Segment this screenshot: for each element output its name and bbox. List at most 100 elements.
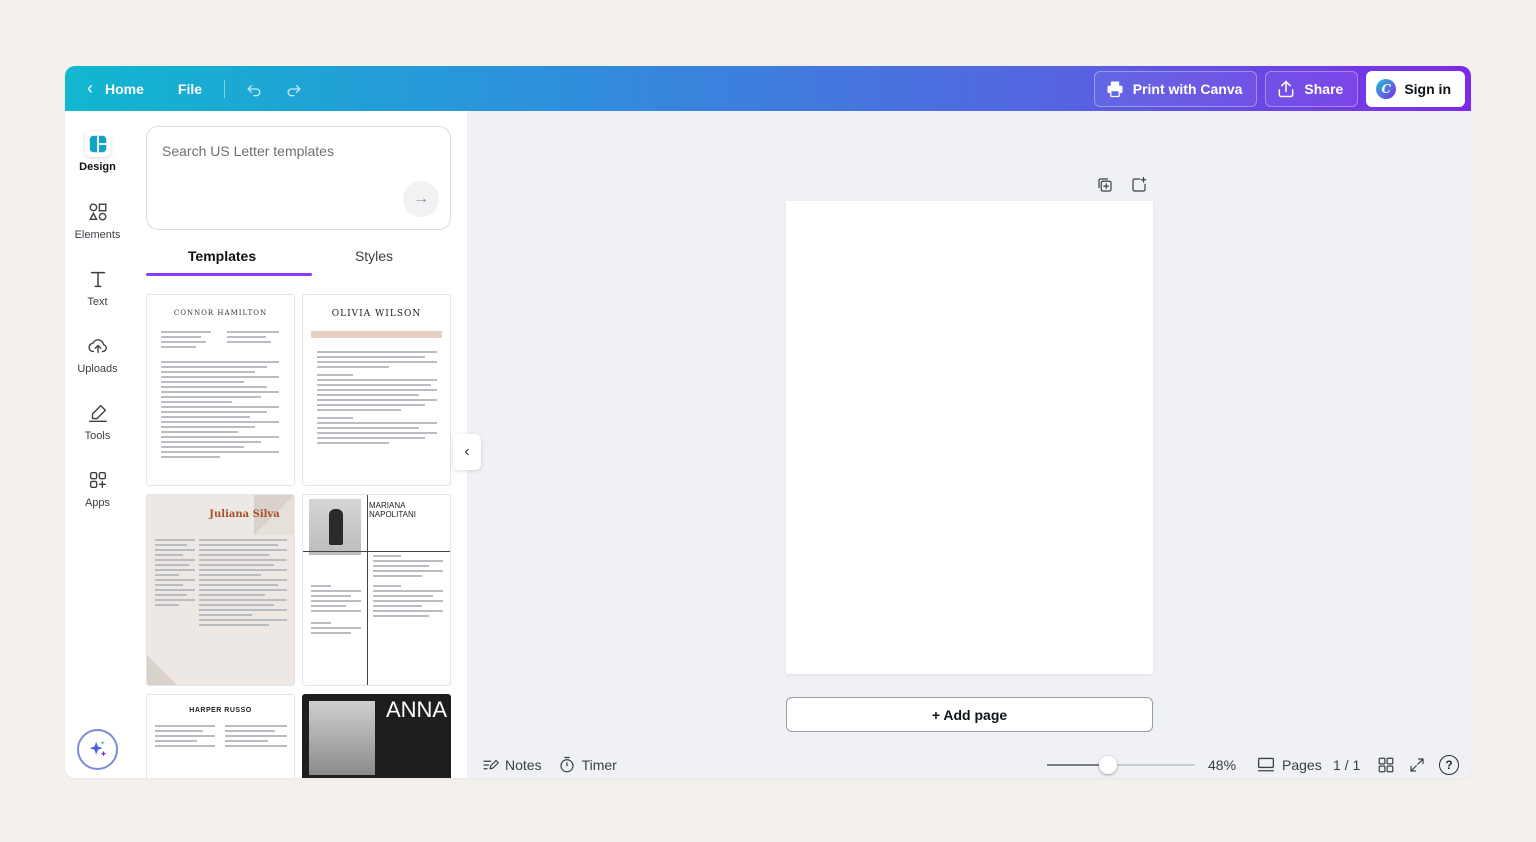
template-preview-lines bbox=[155, 539, 195, 609]
pages-icon bbox=[1257, 757, 1275, 771]
add-page-button[interactable]: + Add page bbox=[786, 697, 1153, 732]
page-toolbar bbox=[1095, 175, 1149, 195]
collapse-panel-button[interactable]: ‹ bbox=[453, 434, 481, 470]
rail-label: Elements bbox=[74, 229, 121, 241]
print-with-canva-button[interactable]: Print with Canva bbox=[1093, 70, 1258, 107]
rail-label: Uploads bbox=[77, 363, 118, 375]
elements-icon bbox=[85, 199, 111, 225]
arrow-right-icon: → bbox=[413, 190, 429, 207]
template-name: ANNA bbox=[385, 697, 448, 722]
panel-tabs: Templates Styles bbox=[146, 247, 451, 275]
share-button[interactable]: Share bbox=[1265, 70, 1359, 107]
magic-assistant-button[interactable] bbox=[77, 729, 118, 770]
canva-editor: ‹ Home File Print with Canva Share C Sig… bbox=[65, 66, 1471, 778]
template-card-connor-hamilton[interactable]: CONNOR HAMILTON bbox=[146, 294, 295, 486]
templates-panel: → Templates Styles CONNOR HAMILTON OLIVI… bbox=[130, 111, 467, 778]
notes-button[interactable]: Notes bbox=[481, 756, 542, 774]
rail-item-tools[interactable]: Tools bbox=[65, 400, 130, 442]
design-icon bbox=[84, 131, 111, 157]
search-submit-button[interactable]: → bbox=[403, 181, 439, 217]
template-preview-lines bbox=[373, 555, 443, 620]
pages-button[interactable]: Pages bbox=[1256, 756, 1322, 774]
rail-label: Text bbox=[87, 296, 108, 308]
template-preview-lines bbox=[317, 351, 437, 447]
rail-item-uploads[interactable]: Uploads bbox=[65, 333, 130, 375]
timer-icon bbox=[559, 756, 574, 772]
rail-item-apps[interactable]: Apps bbox=[65, 467, 130, 509]
template-preview-lines bbox=[311, 585, 361, 637]
top-bar-actions: Print with Canva Share C Sign in bbox=[1093, 66, 1465, 111]
pen-icon bbox=[85, 400, 111, 426]
template-divider bbox=[367, 495, 368, 685]
add-page-icon-button[interactable] bbox=[1129, 175, 1149, 195]
template-photo-figure bbox=[329, 509, 343, 545]
grid-view-icon[interactable] bbox=[1377, 756, 1395, 774]
top-bar: ‹ Home File Print with Canva Share C Sig… bbox=[65, 66, 1471, 111]
template-card-mariana-napolitani[interactable]: MARIANA NAPOLITANI bbox=[302, 494, 451, 686]
template-name: Juliana Silva bbox=[209, 509, 280, 520]
template-divider bbox=[303, 551, 450, 552]
question-mark-icon: ? bbox=[1445, 757, 1453, 772]
print-label: Print with Canva bbox=[1132, 80, 1243, 97]
chevron-left-icon: ‹ bbox=[464, 443, 470, 460]
rail-item-text[interactable]: Text bbox=[65, 266, 130, 308]
template-preview-lines bbox=[227, 331, 279, 346]
divider bbox=[224, 79, 226, 98]
home-label: Home bbox=[105, 80, 144, 97]
help-button[interactable]: ? bbox=[1439, 754, 1459, 775]
cloud-upload-icon bbox=[85, 333, 111, 359]
rail-label: Apps bbox=[84, 497, 111, 509]
tab-templates[interactable]: Templates bbox=[146, 247, 298, 275]
template-name: HARPER RUSSO bbox=[189, 707, 252, 714]
timer-button[interactable]: Timer bbox=[558, 756, 617, 774]
home-button[interactable]: ‹ Home bbox=[79, 73, 152, 105]
undo-button[interactable] bbox=[239, 74, 269, 104]
zoom-slider[interactable] bbox=[1047, 756, 1195, 774]
template-card-harper-russo[interactable]: HARPER RUSSO bbox=[146, 694, 295, 778]
template-name: CONNOR HAMILTON bbox=[173, 309, 268, 317]
sparkle-icon bbox=[89, 740, 106, 756]
share-label: Share bbox=[1304, 80, 1344, 97]
undo-icon bbox=[247, 84, 261, 96]
text-icon bbox=[85, 266, 111, 292]
left-rail: Design Elements Text Uploads Tools Apps bbox=[65, 111, 130, 778]
file-menu-button[interactable]: File bbox=[174, 73, 206, 105]
template-accent-band bbox=[311, 331, 442, 338]
add-page-icon bbox=[1132, 176, 1147, 192]
search-input[interactable] bbox=[162, 143, 432, 159]
tab-styles[interactable]: Styles bbox=[298, 247, 450, 275]
notes-icon bbox=[483, 759, 499, 769]
zoom-slider-handle[interactable] bbox=[1098, 756, 1117, 774]
bottom-bar: Notes Timer 48% Pages 1 / 1 ? bbox=[467, 751, 1471, 778]
rail-label: Tools bbox=[84, 430, 111, 442]
duplicate-icon bbox=[1098, 178, 1112, 192]
pages-label: Pages bbox=[1282, 756, 1322, 773]
canvas-area: ‹ + Add page Notes Timer 48% Pages 1 / 1… bbox=[453, 111, 1471, 778]
template-card-juliana-silva[interactable]: Juliana Silva bbox=[146, 494, 295, 686]
timer-label: Timer bbox=[581, 756, 617, 773]
rail-item-elements[interactable]: Elements bbox=[65, 199, 130, 241]
page-count: 1 / 1 bbox=[1333, 756, 1361, 773]
chevron-left-icon: ‹ bbox=[87, 78, 93, 98]
template-preview-lines bbox=[155, 725, 215, 750]
duplicate-page-button[interactable] bbox=[1095, 175, 1115, 195]
search-box: → bbox=[146, 126, 451, 230]
zoom-level[interactable]: 48% bbox=[1208, 757, 1236, 773]
share-icon bbox=[1278, 80, 1294, 97]
bottom-left-tools: Notes Timer bbox=[481, 756, 617, 774]
template-decoration bbox=[147, 655, 177, 685]
template-card-anna[interactable]: ANNA bbox=[302, 694, 451, 778]
template-preview-lines bbox=[161, 331, 211, 351]
rail-item-design[interactable]: Design bbox=[65, 131, 130, 173]
redo-icon bbox=[287, 84, 301, 96]
template-card-olivia-wilson[interactable]: OLIVIA WILSON bbox=[302, 294, 451, 486]
template-preview-lines bbox=[161, 361, 279, 461]
sign-in-label: Sign in bbox=[1404, 80, 1451, 97]
design-page[interactable] bbox=[786, 201, 1153, 674]
redo-button[interactable] bbox=[279, 74, 309, 104]
fullscreen-icon[interactable] bbox=[1408, 756, 1426, 774]
template-name: OLIVIA WILSON bbox=[331, 309, 422, 319]
rail-label: Design bbox=[79, 161, 116, 173]
sign-in-button[interactable]: C Sign in bbox=[1366, 70, 1465, 107]
canva-logo-icon: C bbox=[1376, 78, 1397, 99]
